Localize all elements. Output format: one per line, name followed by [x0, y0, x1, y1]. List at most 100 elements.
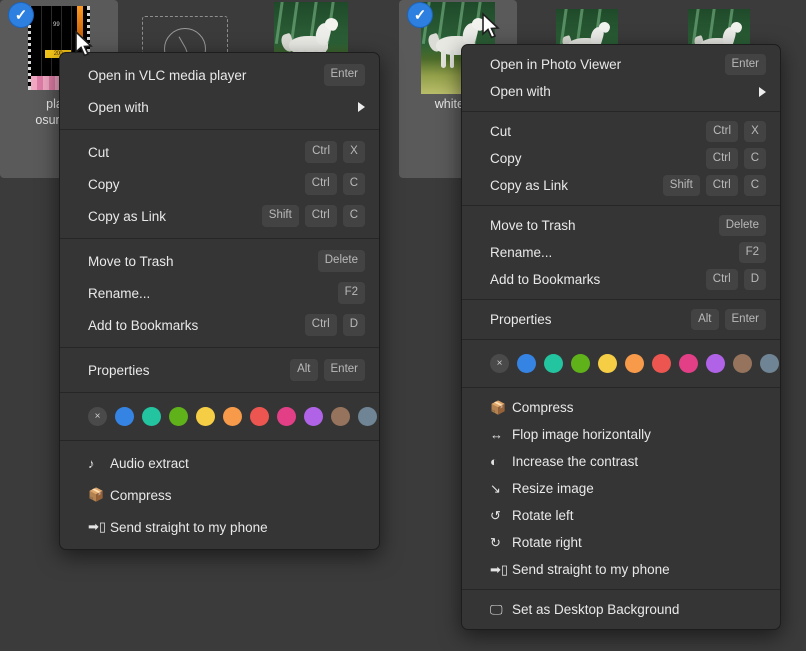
key-d: D [743, 268, 766, 291]
menu-item-compress[interactable]: 📦 Compress [60, 479, 379, 511]
menu-item-label: Rename... [88, 285, 151, 301]
menu-item-copy[interactable]: Copy Ctrl C [60, 168, 379, 200]
menu-separator [60, 347, 379, 348]
check-icon[interactable]: ✓ [407, 2, 433, 28]
menu-separator [462, 387, 780, 388]
color-swatch-red[interactable] [652, 354, 671, 373]
package-icon: 📦 [490, 399, 507, 415]
menu-item-label: Increase the contrast [512, 454, 639, 469]
color-swatch-orange[interactable] [223, 407, 242, 426]
color-swatch-orange[interactable] [625, 354, 644, 373]
menu-item-copy-as-link[interactable]: Copy as Link Shift Ctrl C [462, 172, 780, 199]
shortcut-keys: Delete [317, 250, 365, 272]
color-swatch-green[interactable] [571, 354, 590, 373]
menu-item-label: Rename... [490, 245, 553, 260]
menu-item-send-straight-to-my-phone[interactable]: ➡▯ Send straight to my phone [462, 556, 780, 583]
menu-item-open-with[interactable]: Open with [60, 91, 379, 123]
check-icon[interactable]: ✓ [8, 2, 34, 28]
color-swatch-brown[interactable] [331, 407, 350, 426]
shortcut-keys: Alt Enter [691, 308, 766, 331]
monitor-icon: 🖵 [490, 601, 503, 617]
menu-separator [462, 299, 780, 300]
chevron-right-icon [358, 102, 365, 112]
screen: ✓ 99 200 playiosumani [0, 0, 806, 651]
color-tag-row[interactable]: × [60, 399, 379, 434]
color-swatch-brown[interactable] [733, 354, 752, 373]
menu-item-flop-image-horizontally[interactable]: ↔ Flop image horizontally [462, 421, 780, 448]
color-swatch-yellow[interactable] [598, 354, 617, 373]
color-swatch-blue[interactable] [517, 354, 536, 373]
color-swatch-purple[interactable] [706, 354, 725, 373]
menu-item-move-to-trash[interactable]: Move to Trash Delete [462, 212, 780, 239]
menu-item-compress[interactable]: 📦 Compress [462, 394, 780, 421]
menu-item-rotate-left[interactable]: ↺ Rotate left [462, 502, 780, 529]
menu-item-cut[interactable]: Cut Ctrl X [462, 118, 780, 145]
shortcut-keys: Alt Enter [290, 359, 365, 381]
menu-item-label: Send straight to my phone [512, 562, 670, 577]
key-ctrl: Ctrl [304, 173, 337, 195]
color-swatch-green[interactable] [169, 407, 188, 426]
key-alt: Alt [290, 359, 318, 381]
color-swatch-slate[interactable] [358, 407, 377, 426]
key-ctrl: Ctrl [705, 174, 738, 197]
menu-item-label: Open in VLC media player [88, 67, 247, 83]
color-swatch-pink[interactable] [679, 354, 698, 373]
key-x: X [343, 141, 365, 163]
menu-item-rename[interactable]: Rename... F2 [60, 277, 379, 309]
menu-item-label: Flop image horizontally [512, 427, 651, 442]
menu-item-resize-image[interactable]: ↘ Resize image [462, 475, 780, 502]
menu-item-move-to-trash[interactable]: Move to Trash Delete [60, 245, 379, 277]
shortcut-keys: Delete [718, 214, 766, 237]
menu-item-add-to-bookmarks[interactable]: Add to Bookmarks Ctrl D [60, 309, 379, 341]
menu-item-label: Rotate left [512, 508, 574, 523]
package-icon: 📦 [88, 487, 105, 502]
menu-item-copy[interactable]: Copy Ctrl C [462, 145, 780, 172]
menu-item-set-as-desktop-background[interactable]: 🖵 Set as Desktop Background [462, 596, 780, 623]
resize-icon: ↘ [490, 480, 501, 496]
shortcut-keys: Ctrl X [305, 141, 365, 163]
shortcut-keys: Ctrl C [304, 173, 365, 195]
color-swatch-blue[interactable] [115, 407, 134, 426]
rotate-right-icon: ↻ [490, 534, 501, 550]
menu-separator [462, 111, 780, 112]
color-swatch-slate[interactable] [760, 354, 779, 373]
menu-separator [60, 392, 379, 393]
menu-item-cut[interactable]: Cut Ctrl X [60, 136, 379, 168]
key-alt: Alt [691, 308, 719, 331]
menu-item-properties[interactable]: Properties Alt Enter [462, 306, 780, 333]
menu-separator [60, 129, 379, 130]
shortcut-keys: Ctrl C [705, 147, 766, 170]
color-swatch-purple[interactable] [304, 407, 323, 426]
menu-item-open-with[interactable]: Open with [462, 78, 780, 105]
color-swatch-yellow[interactable] [196, 407, 215, 426]
color-swatch-teal[interactable] [544, 354, 563, 373]
menu-item-label: Set as Desktop Background [512, 602, 680, 617]
color-swatch-none-icon[interactable]: × [490, 354, 509, 373]
menu-item-open-in-vlc-media-player[interactable]: Open in VLC media player Enter [60, 59, 379, 91]
color-swatch-none-icon[interactable]: × [88, 407, 107, 426]
key-shift: Shift [662, 174, 700, 197]
key-shift: Shift [261, 205, 299, 227]
image-context-menu[interactable]: Open in Photo Viewer Enter Open with Cut Ctr… [461, 44, 781, 630]
menu-item-add-to-bookmarks[interactable]: Add to Bookmarks Ctrl D [462, 266, 780, 293]
menu-item-copy-as-link[interactable]: Copy as Link Shift Ctrl C [60, 200, 379, 232]
menu-item-properties[interactable]: Properties Alt Enter [60, 354, 379, 386]
color-tag-row[interactable]: × [462, 346, 780, 381]
menu-item-rename[interactable]: Rename... F2 [462, 239, 780, 266]
shortcut-keys: Shift Ctrl C [261, 205, 365, 227]
key-ctrl: Ctrl [305, 141, 337, 163]
color-swatch-red[interactable] [250, 407, 269, 426]
menu-item-label: Add to Bookmarks [88, 317, 199, 333]
menu-item-rotate-right[interactable]: ↻ Rotate right [462, 529, 780, 556]
menu-item-open-in-photo-viewer[interactable]: Open in Photo Viewer Enter [462, 51, 780, 78]
menu-item-send-straight-to-my-phone[interactable]: ➡▯ Send straight to my phone [60, 511, 379, 543]
shortcut-keys: F2 [738, 241, 766, 264]
shortcut-keys: Enter [724, 53, 766, 76]
video-context-menu[interactable]: Open in VLC media player Enter Open with Cu… [59, 52, 380, 550]
color-swatch-teal[interactable] [142, 407, 161, 426]
menu-item-increase-the-contrast[interactable]: ◐ Increase the contrast [462, 448, 780, 475]
color-swatch-pink[interactable] [277, 407, 296, 426]
menu-item-label: Open in Photo Viewer [490, 57, 622, 72]
menu-item-audio-extract[interactable]: ♪ Audio extract [60, 447, 379, 479]
key-c: C [743, 174, 766, 197]
